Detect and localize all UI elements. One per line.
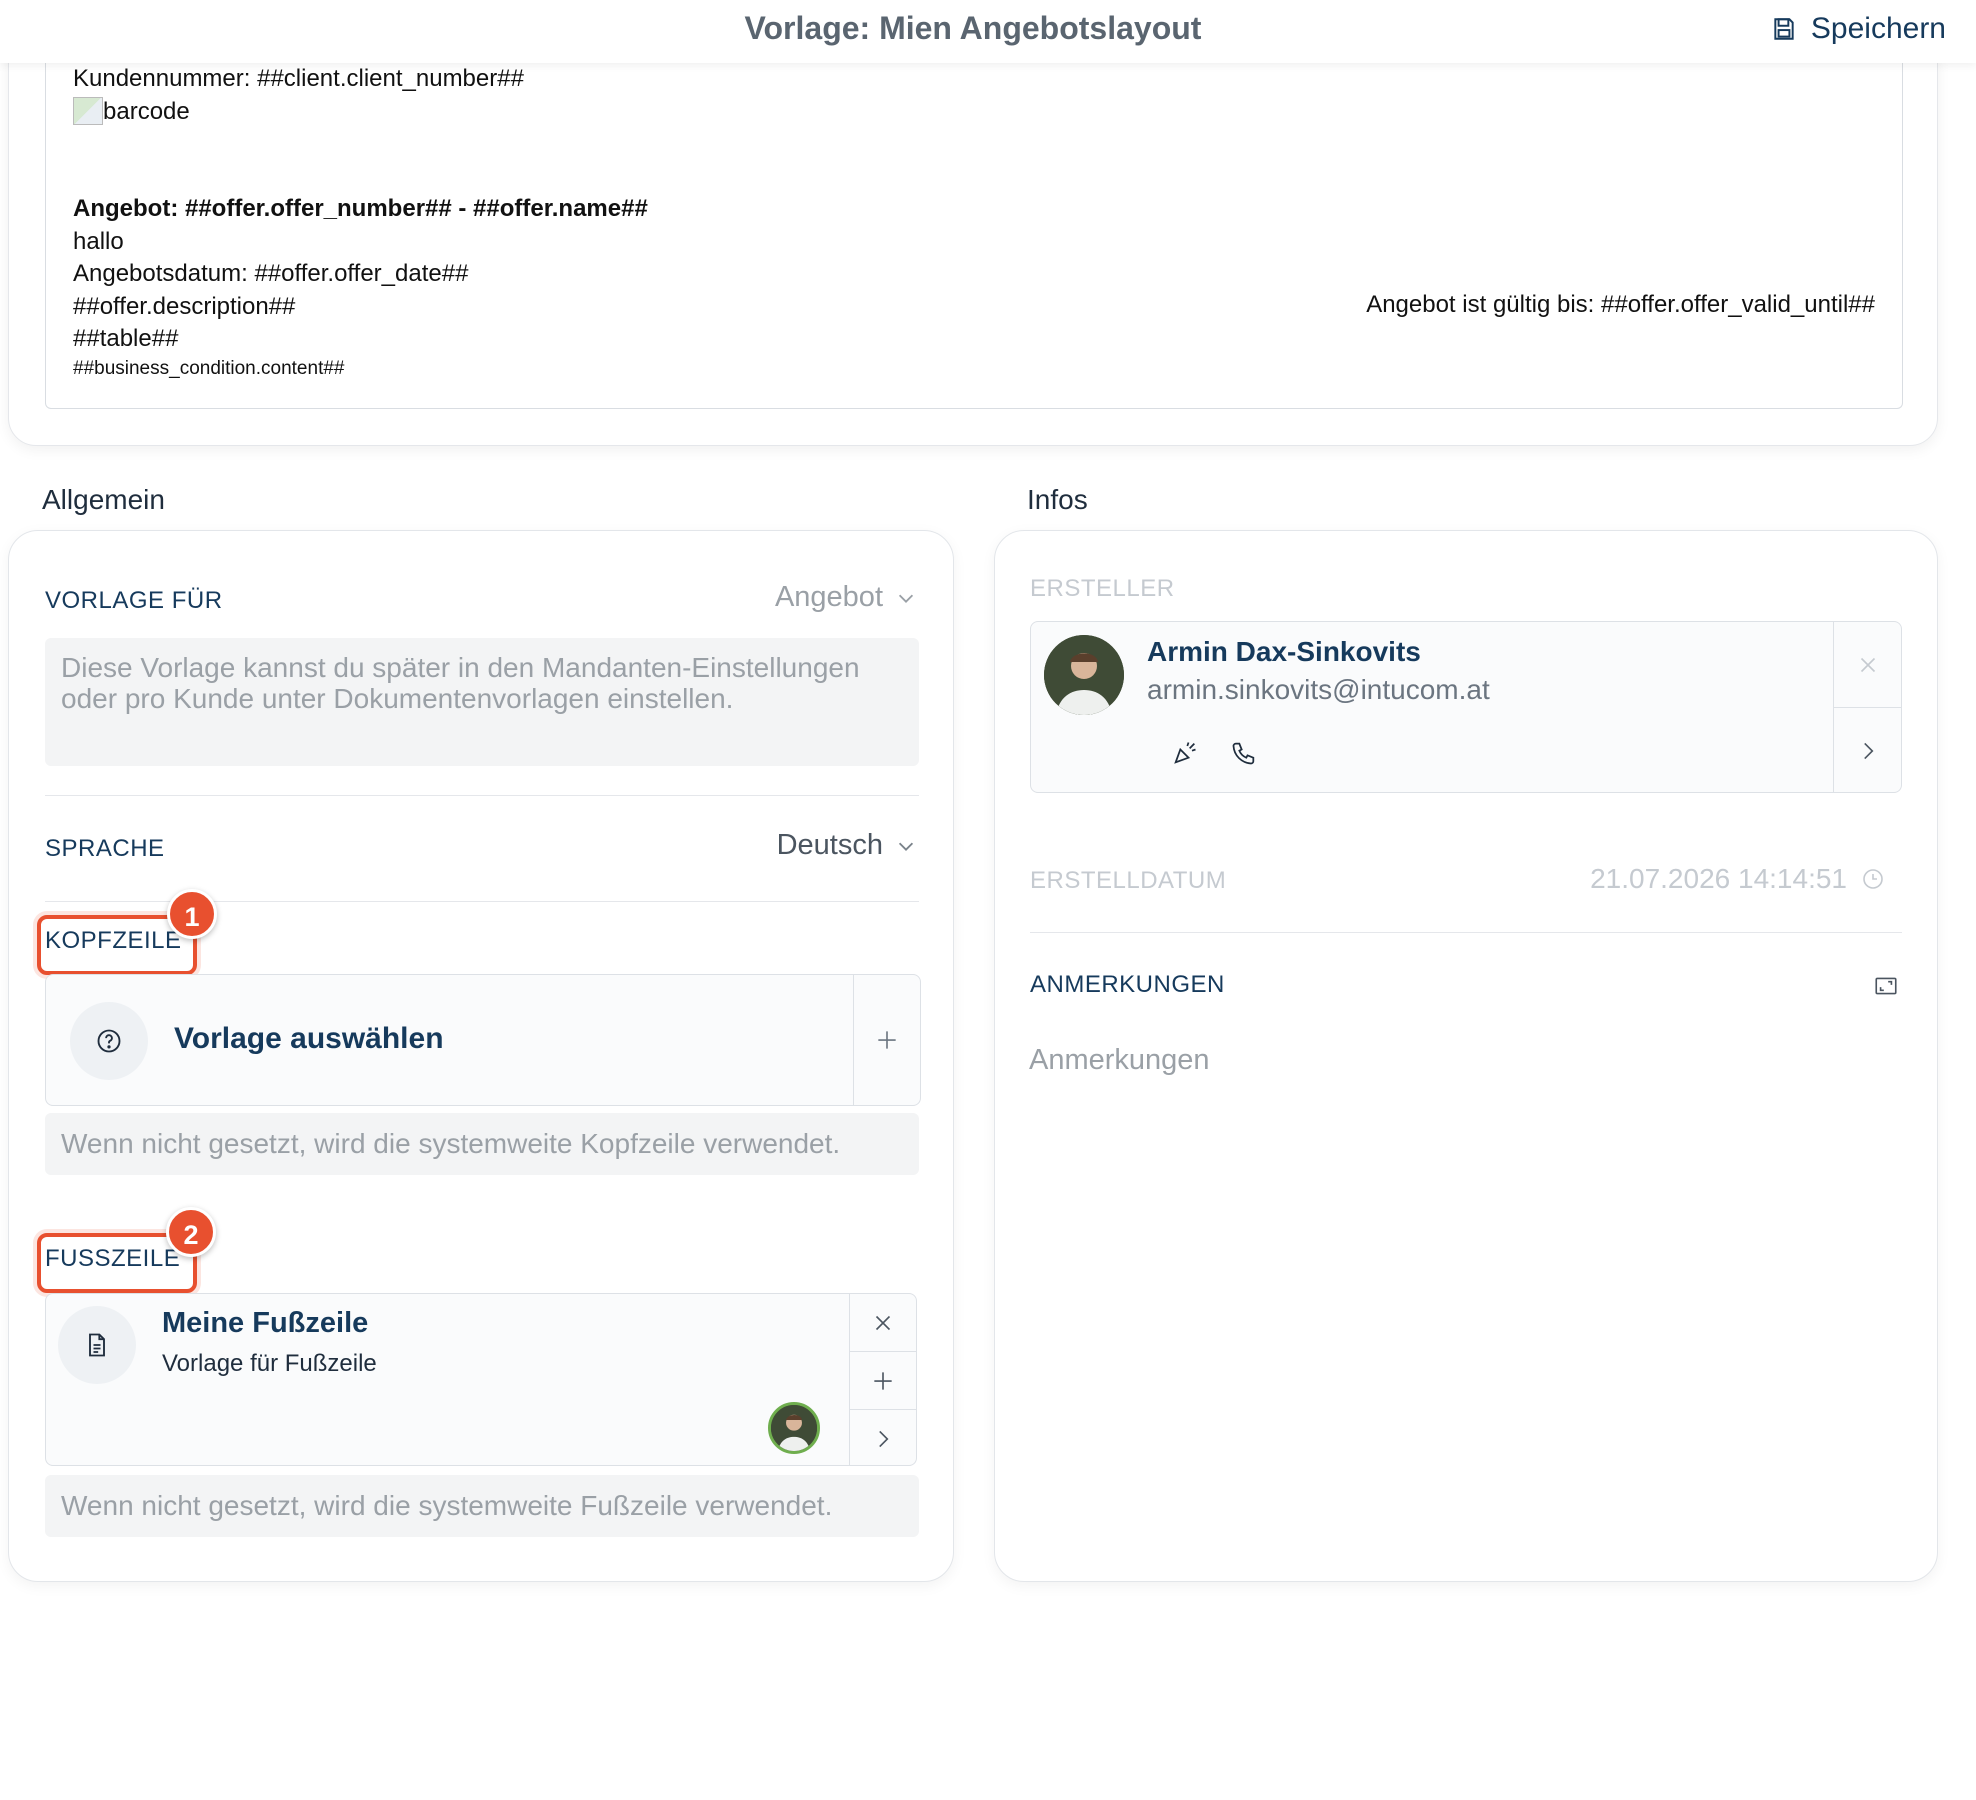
avatar xyxy=(768,1402,820,1454)
preview-valid-until: Angebot ist gültig bis: ##offer.offer_va… xyxy=(1366,291,1875,318)
top-bar: Vorlage: Mien Angebotslayout Speichern xyxy=(0,0,1976,63)
header-label: KOPFZEILE xyxy=(45,927,182,954)
save-button[interactable]: Speichern xyxy=(1771,12,1946,46)
footer-template-title: Meine Fußzeile xyxy=(162,1307,369,1339)
remove-creator-button[interactable] xyxy=(1834,622,1901,707)
header-template-picker[interactable]: Vorlage auswählen xyxy=(45,974,921,1106)
language-value: Deutsch xyxy=(776,829,883,861)
broken-image-icon xyxy=(73,97,103,125)
template-for-value: Angebot xyxy=(774,581,883,613)
document-preview[interactable]: Kundennummer: ##client.client_number## b… xyxy=(45,31,1903,409)
header-template-select-label: Vorlage auswählen xyxy=(174,1022,444,1055)
creator-label: ERSTELLER xyxy=(1030,575,1175,602)
plus-icon xyxy=(878,1031,896,1049)
creator-name: Armin Dax-Sinkovits xyxy=(1147,636,1421,667)
clock-icon xyxy=(1863,869,1883,889)
divider xyxy=(1030,932,1902,933)
footer-template-subtitle: Vorlage für Fußzeile xyxy=(162,1350,377,1377)
preview-client-number: Kundennummer: ##client.client_number## xyxy=(73,65,524,92)
preview-business-condition: ##business_condition.content## xyxy=(73,358,345,379)
footer-hint: Wenn nicht gesetzt, wird die systemweite… xyxy=(45,1475,919,1537)
template-for-hint: Diese Vorlage kannst du später in den Ma… xyxy=(45,638,919,766)
step-badge-2: 2 xyxy=(166,1207,216,1257)
close-icon xyxy=(1860,657,1875,672)
expand-icon[interactable] xyxy=(1873,973,1899,999)
preview-offer-date: Angebotsdatum: ##offer.offer_date## xyxy=(73,260,469,287)
notes-input[interactable]: Anmerkungen xyxy=(1029,1044,1210,1077)
barcode-alt-text: barcode xyxy=(103,98,190,125)
chevron-down-icon xyxy=(898,594,914,603)
floppy-disk-icon xyxy=(1774,18,1794,40)
created-date-label: ERSTELLDATUM xyxy=(1030,867,1227,894)
add-header-button[interactable] xyxy=(854,975,920,1105)
footer-template-item[interactable]: Meine Fußzeile Vorlage für Fußzeile xyxy=(45,1293,917,1466)
footer-item-actions xyxy=(849,1294,916,1465)
preview-barcode: barcode xyxy=(73,97,190,126)
remove-footer-button[interactable] xyxy=(850,1294,916,1351)
close-icon xyxy=(875,1315,891,1330)
chevron-right-icon xyxy=(879,1430,889,1447)
infos-heading: Infos xyxy=(1027,484,1088,515)
document-icon xyxy=(89,1333,105,1357)
divider xyxy=(45,795,919,796)
preview-hallo: hallo xyxy=(73,228,124,255)
creator-card[interactable]: Armin Dax-Sinkovits armin.sinkovits@intu… xyxy=(1030,621,1902,793)
avatar xyxy=(1044,635,1124,715)
general-heading: Allgemein xyxy=(42,484,165,515)
add-footer-button[interactable] xyxy=(850,1352,916,1409)
chevron-down-icon xyxy=(898,842,914,851)
preview-offer-heading: Angebot: ##offer.offer_number## - ##offe… xyxy=(73,195,648,222)
person-avatar-icon xyxy=(1044,635,1124,715)
template-for-label: VORLAGE FÜR xyxy=(45,587,223,614)
document-preview-card: Kundennummer: ##client.client_number## b… xyxy=(8,30,1938,446)
question-icon xyxy=(97,1029,121,1053)
notes-label: ANMERKUNGEN xyxy=(1030,971,1225,998)
footer-label: FUSSZEILE xyxy=(45,1245,181,1272)
created-date-value: 21.07.2026 14:14:51 xyxy=(1590,863,1847,894)
plus-icon xyxy=(874,1371,892,1390)
preview-description: ##offer.description## xyxy=(73,293,296,320)
question-icon-wrap xyxy=(70,1002,148,1080)
phone-icon[interactable] xyxy=(1230,739,1258,767)
step-badge-1: 1 xyxy=(167,889,217,939)
header-picker-actions xyxy=(853,975,920,1105)
open-footer-button[interactable] xyxy=(850,1410,916,1467)
save-button-label: Speichern xyxy=(1810,12,1946,45)
language-label: SPRACHE xyxy=(45,835,165,862)
chevron-right-icon xyxy=(1863,742,1873,760)
preview-table: ##table## xyxy=(73,325,179,352)
general-card: VORLAGE FÜR Angebot Diese Vorlage kannst… xyxy=(8,530,954,1582)
language-select[interactable]: Deutsch xyxy=(777,829,917,862)
creator-email: armin.sinkovits@intucom.at xyxy=(1147,674,1490,705)
open-creator-button[interactable] xyxy=(1834,708,1901,794)
creator-actions xyxy=(1833,622,1901,792)
person-avatar-icon xyxy=(771,1405,817,1451)
page-title: Vorlage: Mien Angebotslayout xyxy=(744,10,1202,46)
party-popper-icon[interactable] xyxy=(1171,739,1199,767)
template-for-select[interactable]: Angebot xyxy=(775,581,917,614)
document-icon-wrap xyxy=(58,1306,136,1384)
created-date: 21.07.2026 14:14:51 xyxy=(1590,863,1885,895)
header-hint: Wenn nicht gesetzt, wird die systemweite… xyxy=(45,1113,919,1175)
